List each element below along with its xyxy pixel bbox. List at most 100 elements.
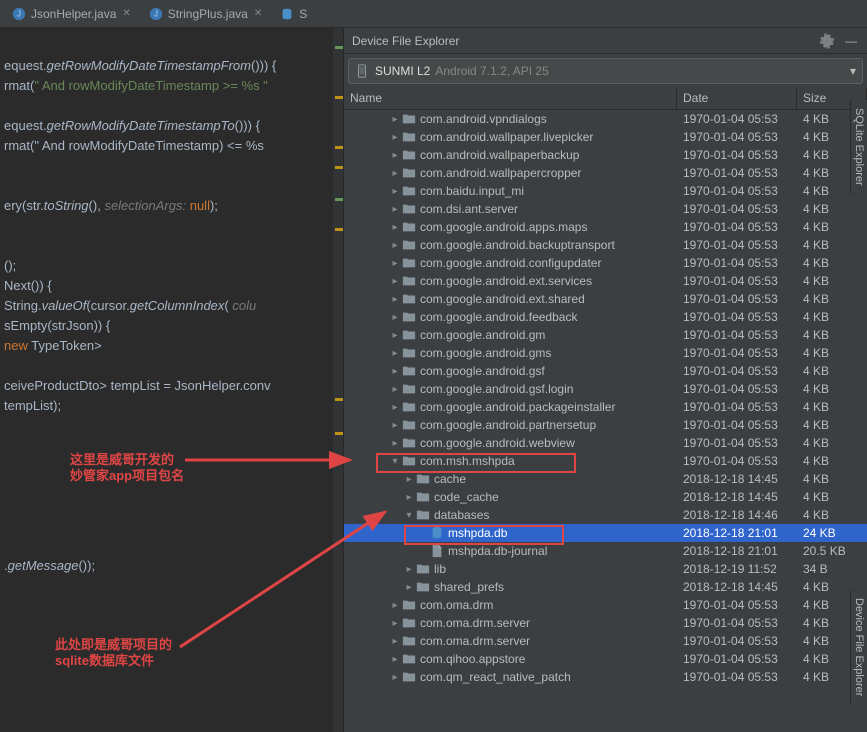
tree-arrow-icon[interactable]: ▸ [404, 474, 414, 485]
tree-arrow-icon[interactable]: ▾ [390, 456, 400, 467]
folder-icon [402, 346, 416, 360]
table-row[interactable]: ▸cache2018-12-18 14:454 KB [344, 470, 867, 488]
folder-icon [402, 202, 416, 216]
table-row[interactable]: ▸com.google.android.gms1970-01-04 05:534… [344, 344, 867, 362]
tree-arrow-icon[interactable]: ▸ [390, 312, 400, 323]
file-date: 1970-01-04 05:53 [677, 148, 797, 162]
file-name-label: cache [434, 472, 466, 486]
tree-arrow-icon[interactable]: ▸ [390, 420, 400, 431]
file-name-label: com.oma.drm [420, 598, 493, 612]
column-header-date[interactable]: Date [677, 88, 797, 109]
tree-arrow-icon[interactable]: ▾ [404, 510, 414, 521]
tree-arrow-icon[interactable]: ▸ [390, 132, 400, 143]
tree-arrow-icon[interactable]: ▸ [390, 348, 400, 359]
table-row[interactable]: ▸shared_prefs2018-12-18 14:454 KB [344, 578, 867, 596]
table-row[interactable]: ▾com.msh.mshpda1970-01-04 05:534 KB [344, 452, 867, 470]
tree-arrow-icon[interactable]: ▸ [390, 150, 400, 161]
tree-arrow-icon[interactable]: ▸ [390, 636, 400, 647]
tree-arrow-icon[interactable]: ▸ [390, 222, 400, 233]
table-row[interactable]: ▸com.oma.drm1970-01-04 05:534 KB [344, 596, 867, 614]
close-icon[interactable]: ✕ [254, 8, 262, 19]
table-row[interactable]: ▸com.google.android.backuptransport1970-… [344, 236, 867, 254]
file-size: 4 KB [797, 292, 867, 306]
gutter-error-stripe[interactable] [333, 28, 343, 732]
device-selector[interactable]: SUNMI L2 Android 7.1.2, API 25 ▾ [348, 58, 863, 84]
table-row[interactable]: ▸com.google.android.packageinstaller1970… [344, 398, 867, 416]
editor-tab[interactable]: S [272, 3, 315, 25]
tree-arrow-icon[interactable]: ▸ [390, 672, 400, 683]
folder-icon [402, 598, 416, 612]
table-row[interactable]: ▸com.oma.drm.server1970-01-04 05:534 KB [344, 632, 867, 650]
tree-arrow-icon[interactable]: ▸ [390, 276, 400, 287]
code-editor[interactable]: equest.getRowModifyDateTimestampFrom()))… [0, 28, 343, 732]
editor-tab[interactable]: J StringPlus.java ✕ [141, 3, 270, 25]
folder-icon [402, 238, 416, 252]
table-row[interactable]: ▸com.google.android.gsf1970-01-04 05:534… [344, 362, 867, 380]
db-icon [430, 526, 444, 540]
table-row[interactable]: mshpda.db-journal2018-12-18 21:0120.5 KB [344, 542, 867, 560]
table-row[interactable]: ▸com.android.wallpapercropper1970-01-04 … [344, 164, 867, 182]
table-row[interactable]: ▸com.baidu.input_mi1970-01-04 05:534 KB [344, 182, 867, 200]
table-row[interactable]: ▸com.android.vpndialogs1970-01-04 05:534… [344, 110, 867, 128]
table-row[interactable]: ▸com.google.android.ext.services1970-01-… [344, 272, 867, 290]
table-row[interactable]: ▸com.oma.drm.server1970-01-04 05:534 KB [344, 614, 867, 632]
table-row[interactable]: mshpda.db2018-12-18 21:0124 KB [344, 524, 867, 542]
tree-arrow-icon[interactable]: ▸ [390, 402, 400, 413]
file-date: 1970-01-04 05:53 [677, 310, 797, 324]
table-row[interactable]: ▸com.android.wallpaperbackup1970-01-04 0… [344, 146, 867, 164]
table-row[interactable]: ▸com.google.android.partnersetup1970-01-… [344, 416, 867, 434]
gear-icon[interactable] [819, 33, 835, 49]
file-tree-body[interactable]: ▸com.android.vpndialogs1970-01-04 05:534… [344, 110, 867, 732]
folder-icon [402, 310, 416, 324]
tree-arrow-icon[interactable]: ▸ [404, 564, 414, 575]
table-row[interactable]: ▸com.google.android.ext.shared1970-01-04… [344, 290, 867, 308]
tree-arrow-icon[interactable]: ▸ [390, 186, 400, 197]
table-row[interactable]: ▸com.qm_react_native_patch1970-01-04 05:… [344, 668, 867, 686]
annotation-text: 这里是威哥开发的妙管家app项目包名 [70, 452, 184, 484]
table-row[interactable]: ▸com.android.wallpaper.livepicker1970-01… [344, 128, 867, 146]
table-row[interactable]: ▸com.dsi.ant.server1970-01-04 05:534 KB [344, 200, 867, 218]
editor-tab[interactable]: J JsonHelper.java ✕ [4, 3, 139, 25]
table-row[interactable]: ▸com.google.android.gsf.login1970-01-04 … [344, 380, 867, 398]
tree-arrow-icon[interactable]: ▸ [390, 438, 400, 449]
file-icon [430, 544, 444, 558]
tree-arrow-icon[interactable]: ▸ [390, 204, 400, 215]
file-size: 4 KB [797, 454, 867, 468]
tool-window-tab-sqlite[interactable]: SQLite Explorer [850, 100, 867, 194]
tree-arrow-icon[interactable]: ▸ [390, 654, 400, 665]
table-row[interactable]: ▸com.google.android.webview1970-01-04 05… [344, 434, 867, 452]
tree-arrow-icon[interactable]: ▸ [390, 168, 400, 179]
file-date: 1970-01-04 05:53 [677, 382, 797, 396]
table-row[interactable]: ▸com.google.android.gm1970-01-04 05:534 … [344, 326, 867, 344]
tree-arrow-icon[interactable]: ▸ [390, 294, 400, 305]
close-icon[interactable]: ✕ [122, 8, 130, 19]
table-row[interactable]: ▸com.qihoo.appstore1970-01-04 05:534 KB [344, 650, 867, 668]
tree-arrow-icon[interactable]: ▸ [404, 582, 414, 593]
table-row[interactable]: ▸code_cache2018-12-18 14:454 KB [344, 488, 867, 506]
tree-arrow-icon[interactable]: ▸ [390, 258, 400, 269]
tree-arrow-icon[interactable]: ▸ [390, 330, 400, 341]
tree-arrow-icon[interactable]: ▸ [390, 114, 400, 125]
file-date: 2018-12-18 14:45 [677, 472, 797, 486]
file-name-label: com.google.android.backuptransport [420, 238, 615, 252]
tree-arrow-icon[interactable]: ▸ [390, 618, 400, 629]
file-date: 1970-01-04 05:53 [677, 454, 797, 468]
column-header-name[interactable]: Name [344, 88, 677, 109]
minimize-icon[interactable]: — [843, 33, 859, 49]
tool-window-tab-dfe[interactable]: Device File Explorer [850, 590, 867, 704]
tree-arrow-icon[interactable]: ▸ [390, 384, 400, 395]
folder-icon [402, 364, 416, 378]
tree-arrow-icon[interactable]: ▸ [390, 240, 400, 251]
file-date: 1970-01-04 05:53 [677, 292, 797, 306]
phone-icon [355, 64, 369, 78]
table-row[interactable]: ▸com.google.android.feedback1970-01-04 0… [344, 308, 867, 326]
tree-arrow-icon[interactable]: ▸ [390, 366, 400, 377]
tree-arrow-icon[interactable]: ▸ [390, 600, 400, 611]
table-row[interactable]: ▸lib2018-12-19 11:5234 B [344, 560, 867, 578]
file-name-label: com.google.android.gms [420, 346, 551, 360]
table-row[interactable]: ▸com.google.android.configupdater1970-01… [344, 254, 867, 272]
table-row[interactable]: ▸com.google.android.apps.maps1970-01-04 … [344, 218, 867, 236]
file-date: 1970-01-04 05:53 [677, 112, 797, 126]
tree-arrow-icon[interactable]: ▸ [404, 492, 414, 503]
table-row[interactable]: ▾databases2018-12-18 14:464 KB [344, 506, 867, 524]
